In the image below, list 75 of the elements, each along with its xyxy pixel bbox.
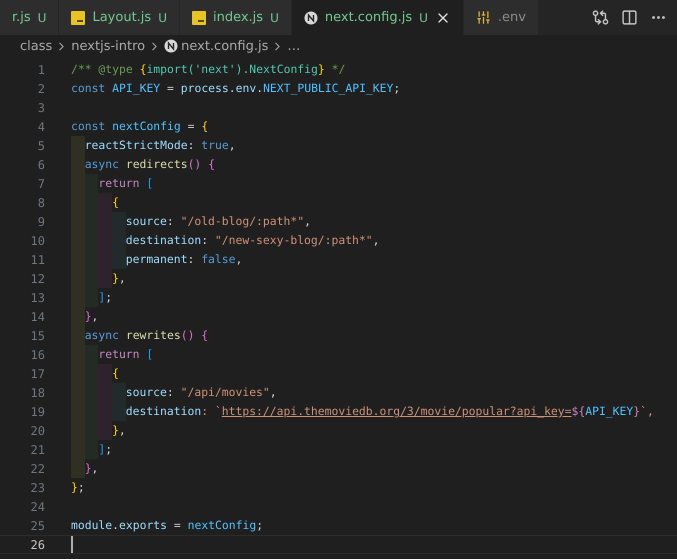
git-status-label: U [158, 10, 167, 24]
line-number: 25 [30, 518, 45, 532]
code-line: }; [71, 479, 85, 496]
line-number: 6 [36, 158, 45, 172]
code-line: ]; [98, 441, 112, 458]
letter-n-circle-icon [304, 10, 318, 24]
code-line: module.exports = nextConfig; [71, 517, 264, 534]
git-status-label: U [419, 10, 428, 24]
sliders-icon [476, 10, 491, 25]
line-number: 8 [36, 196, 45, 210]
line-number: 21 [30, 442, 45, 456]
editor-tab[interactable]: r.js U [0, 0, 60, 35]
editor-tab[interactable]: index.js U [180, 0, 292, 35]
line-number: 22 [30, 462, 45, 476]
line-number: 10 [30, 234, 45, 248]
code-line: const API_KEY = process.env.NEXT_PUBLIC_API_KEY; [71, 80, 400, 97]
code-line: source: "/api/movies", [126, 384, 277, 401]
editor-tab[interactable]: Layout.js U [59, 0, 180, 35]
tab-label: r.js [12, 10, 31, 25]
code-line: reactStrictMode: true, [84, 137, 236, 154]
line-number: 3 [36, 100, 45, 114]
code-line: /** @type {import('next').NextConfig} */ [71, 61, 346, 78]
code-line: }, [84, 460, 98, 477]
split-editor-icon[interactable] [621, 9, 638, 26]
breadcrumb-item[interactable]: class [20, 38, 52, 54]
line-number: 5 [36, 138, 45, 152]
tab-label: .env [498, 10, 526, 25]
code-line: return [ [98, 346, 154, 363]
code-line: }, [112, 422, 126, 439]
code-line: ]; [98, 289, 112, 306]
line-number: 19 [30, 404, 45, 418]
code-line: const nextConfig = { [71, 118, 208, 135]
line-number: 9 [36, 214, 45, 228]
letter-n-circle-icon [164, 39, 178, 53]
text-cursor [71, 536, 73, 553]
code-line: { [112, 194, 119, 211]
line-number: 2 [36, 82, 45, 96]
line-number: 15 [30, 328, 45, 342]
tab-label: Layout.js [92, 10, 152, 25]
editor-tab[interactable]: next.config.js U [292, 0, 464, 35]
code-line: destination: "/new-sexy-blog/:path*", [126, 232, 380, 249]
line-number: 11 [30, 252, 45, 266]
js-file-icon [71, 10, 86, 24]
tab-label: next.config.js [324, 10, 412, 25]
line-number: 26 [30, 538, 45, 552]
line-number: 16 [30, 348, 45, 362]
code-line: source: "/old-blog/:path*", [126, 213, 311, 230]
js-file-icon [192, 10, 206, 24]
breadcrumb-item[interactable]: nextjs-intro [71, 38, 146, 54]
breadcrumb-item[interactable]: next.config.js [181, 38, 268, 54]
git-status-label: U [38, 10, 46, 24]
editor-tab[interactable]: .env [464, 0, 539, 35]
code-line: destination: `https://api.themoviedb.org/3/movie/popular?api_key=${API_KEY}`, [126, 403, 654, 420]
code-line: permanent: false, [126, 251, 242, 268]
code-line: }, [84, 308, 98, 325]
code-line: return [ [98, 175, 154, 192]
line-number: 1 [36, 62, 45, 76]
code-line: }, [112, 270, 126, 287]
code-line: { [112, 365, 119, 382]
line-number: 24 [30, 500, 45, 514]
breadcrumb-item[interactable]: … [287, 38, 300, 54]
line-number: 20 [30, 424, 45, 438]
line-number: 14 [30, 310, 45, 324]
line-number: 17 [30, 366, 45, 380]
line-number: 12 [30, 272, 45, 286]
line-number: 23 [30, 480, 45, 494]
line-number: 13 [30, 290, 45, 304]
line-number: 4 [36, 120, 45, 134]
code-line: async rewrites() { [84, 327, 208, 344]
git-status-label: U [270, 10, 279, 24]
code-line: async redirects() { [84, 156, 216, 173]
tab-label: index.js [212, 10, 264, 25]
line-number: 18 [30, 386, 45, 400]
line-number: 7 [36, 176, 45, 190]
compare-changes-icon[interactable] [592, 9, 609, 26]
